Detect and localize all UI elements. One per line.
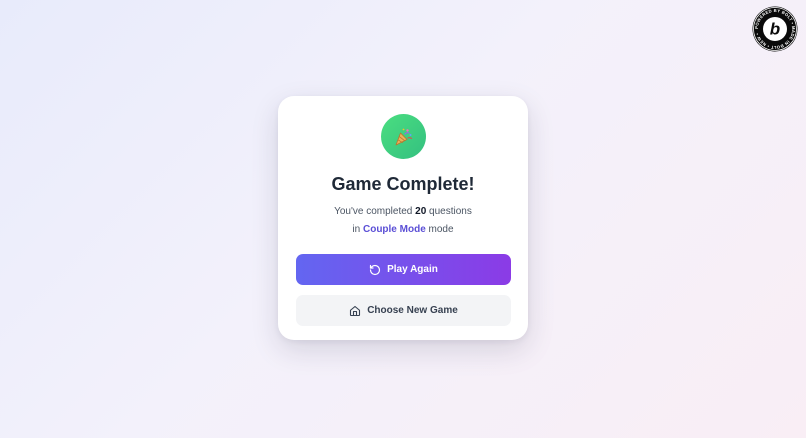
mode-name: Couple Mode (362, 224, 426, 235)
rotate-ccw-icon (370, 264, 381, 275)
bolt-logo-icon: POWERED BY BOLT • MADE IN BOLT • NEW • b (752, 6, 798, 52)
mode-suffix: mode (425, 224, 454, 235)
mode-prefix: in (352, 224, 363, 235)
question-count: 20 (415, 206, 427, 217)
success-icon-circle (380, 114, 426, 159)
mode-summary: in Couple Mode mode (296, 223, 510, 237)
summary-suffix: questions (426, 206, 472, 217)
page-title: Game Complete! (331, 174, 475, 194)
badge-letter: b (770, 20, 780, 39)
summary-prefix: You've completed (334, 206, 416, 217)
play-again-button[interactable]: Play Again (296, 254, 511, 285)
choose-new-game-button[interactable]: Choose New Game (296, 295, 511, 326)
party-popper-icon (395, 128, 412, 145)
game-complete-card: Game Complete! You've completed 20 quest… (278, 96, 528, 340)
home-icon (350, 305, 361, 316)
play-again-label: Play Again (387, 264, 438, 275)
bolt-badge[interactable]: POWERED BY BOLT • MADE IN BOLT • NEW • b (752, 6, 798, 52)
choose-new-game-label: Choose New Game (367, 305, 458, 316)
completion-summary: You've completed 20 questions (296, 205, 510, 219)
